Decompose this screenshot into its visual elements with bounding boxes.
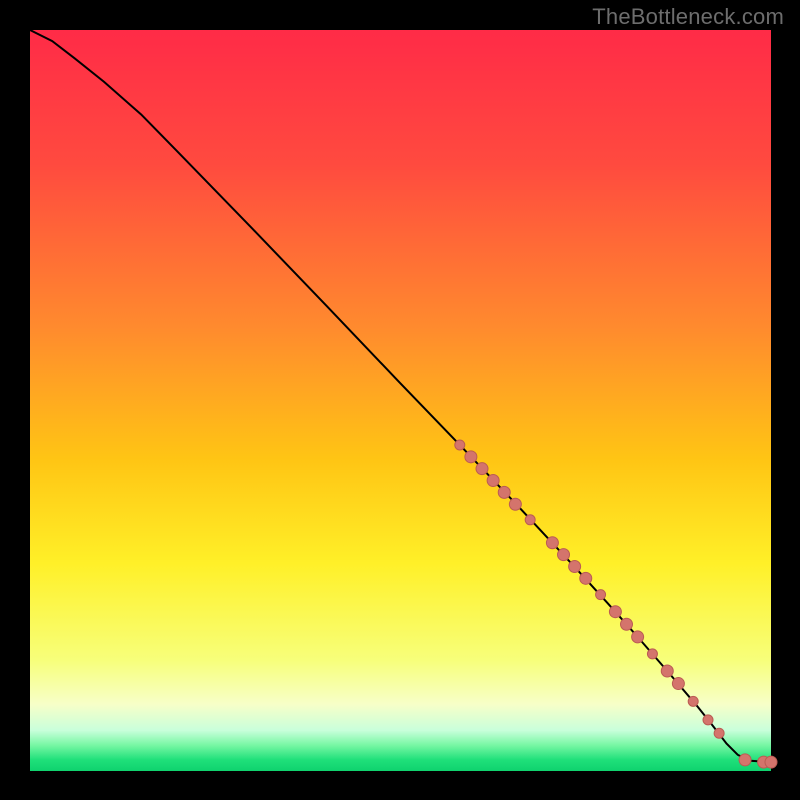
- bottleneck-chart: [0, 0, 800, 800]
- data-marker: [688, 696, 698, 706]
- data-marker: [596, 590, 606, 600]
- data-marker: [647, 649, 657, 659]
- data-marker: [661, 665, 673, 677]
- data-marker: [714, 728, 724, 738]
- data-marker: [609, 606, 621, 618]
- data-marker: [621, 618, 633, 630]
- data-marker: [498, 486, 510, 498]
- data-marker: [632, 631, 644, 643]
- data-marker: [546, 537, 558, 549]
- data-marker: [580, 572, 592, 584]
- data-marker: [569, 560, 581, 572]
- data-marker: [487, 475, 499, 487]
- chart-frame: TheBottleneck.com: [0, 0, 800, 800]
- attribution-text: TheBottleneck.com: [592, 4, 784, 30]
- data-marker: [765, 756, 777, 768]
- data-marker: [476, 463, 488, 475]
- plot-background: [30, 30, 771, 771]
- data-marker: [509, 498, 521, 510]
- data-marker: [672, 678, 684, 690]
- data-marker: [739, 754, 751, 766]
- data-marker: [465, 451, 477, 463]
- data-marker: [558, 549, 570, 561]
- data-marker: [703, 715, 713, 725]
- data-marker: [455, 440, 465, 450]
- data-marker: [525, 515, 535, 525]
